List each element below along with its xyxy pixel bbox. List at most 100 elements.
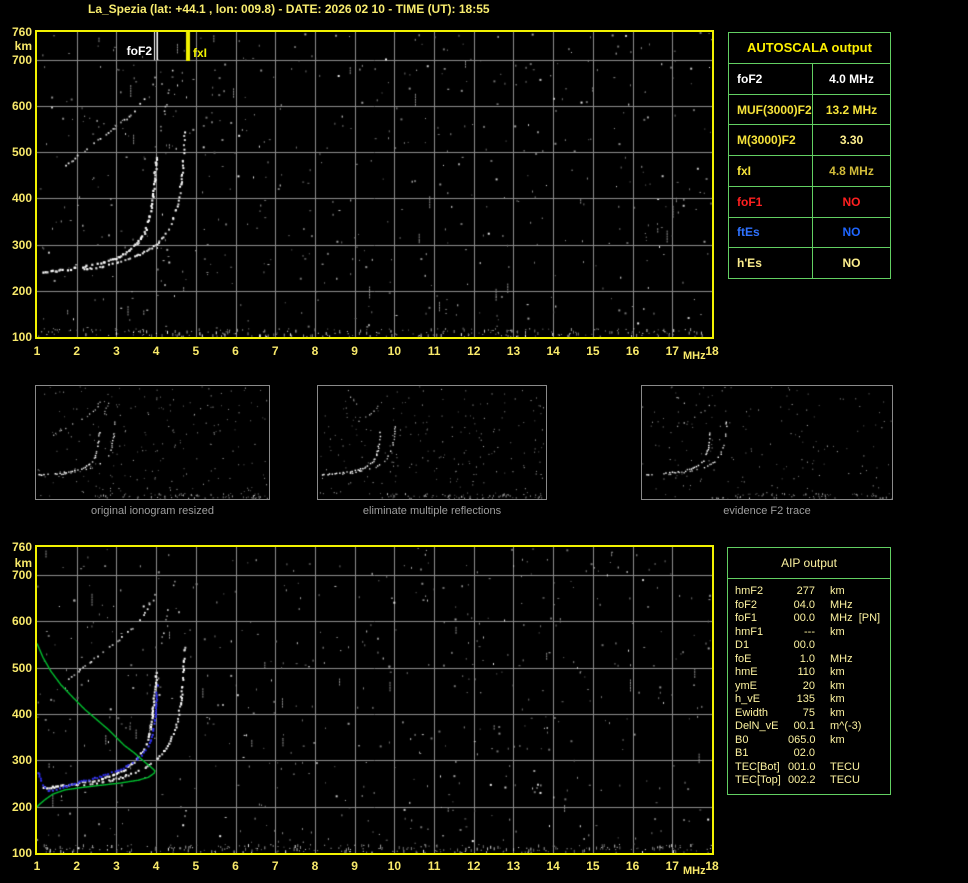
bottom-x-tick-16: 16 (625, 859, 640, 873)
autoscala-row-label: ftEs (729, 217, 813, 248)
bottom-y-tick-500: 500 (11, 660, 32, 675)
bottom-y-tick-300: 300 (11, 753, 32, 768)
aip-row-h_vE: h_vE 135 km (735, 693, 890, 707)
aip-row-value: 277 (796, 585, 815, 597)
autoscala-row-value: NO (842, 194, 861, 209)
top-ionogram-plot (35, 30, 714, 339)
top-y-tick-500: 500 (11, 145, 32, 160)
bottom-x-tick-17: 17 (665, 859, 679, 873)
thumbnail-evidence-f2 (641, 385, 893, 500)
top-y-tick-700: 700 (11, 52, 32, 67)
thumbnail-eliminate-reflections (317, 385, 547, 500)
top-y-tick-400: 400 (11, 191, 32, 206)
autoscala-row-label: foF2 (729, 64, 813, 94)
aip-row-DelN_vE: DelN_vE 00.1 m^(-3) (735, 720, 890, 734)
thumbnail-original-canvas (36, 386, 269, 499)
top-x-tick-7: 7 (271, 344, 279, 358)
aip-row-unit: TECU (830, 760, 860, 773)
aip-row-hmF1: hmF1 --- km (735, 626, 890, 640)
aip-row-label: h_vE (735, 693, 761, 705)
thumbnail-original-ionogram (35, 385, 270, 500)
autoscala-table-rows: foF2 4.0 MHz MUF(3000)F2 13.2 MHz M(3000)F2 3… (729, 64, 890, 279)
top-x-tick-16: 16 (625, 344, 640, 358)
aip-row-B1: B1 02.0 (735, 747, 890, 761)
autoscala-row-value: 3.30 (839, 133, 864, 148)
bottom-ionogram-canvas (37, 547, 712, 853)
bottom-x-tick-1: 1 (33, 859, 41, 873)
aip-row-label: ymE (735, 679, 757, 692)
top-x-tick-11: 11 (427, 344, 441, 358)
aip-row-value: 00.0 (793, 612, 815, 624)
top-y-tick-100: 100 (11, 330, 32, 344)
bottom-x-tick-8: 8 (311, 859, 319, 873)
aip-row-Ewidth: Ewidth 75 km (735, 707, 890, 721)
autoscala-row-value: NO (842, 256, 861, 271)
thumbnail-eliminate-canvas (318, 386, 546, 499)
aip-row-value: 135 (796, 693, 815, 705)
thumbnail-caption-eliminate: eliminate multiple reflections (362, 505, 502, 517)
autoscala-row-foF2: foF2 4.0 MHz (729, 64, 890, 95)
aip-row-unit: MHz (830, 598, 853, 611)
autoscala-row-label: MUF(3000)F2 (729, 94, 813, 125)
bottom-x-tick-9: 9 (351, 859, 358, 873)
aip-row-value: 75 (802, 706, 815, 719)
top-x-tick-15: 15 (586, 344, 600, 358)
foF2-marker-label: foF2 (126, 44, 152, 58)
bottom-x-tick-15: 15 (586, 859, 600, 873)
aip-row-label: hmF1 (735, 625, 764, 638)
autoscala-row-ftEs: ftEs NO (729, 217, 890, 249)
thumbnail-evidence-canvas (642, 386, 892, 499)
aip-row-label: B0 (735, 733, 749, 746)
thumbnail-caption-original: original ionogram resized (91, 505, 214, 517)
top-x-tick-18: 18 (705, 344, 719, 358)
bottom-x-tick-10: 10 (387, 859, 402, 873)
bottom-x-tick-11: 11 (427, 859, 441, 873)
aip-row-hmE: hmE 110 km (735, 666, 890, 680)
aip-row-unit: MHz [PN] (830, 612, 881, 624)
top-x-tick-13: 13 (506, 344, 521, 358)
aip-row-unit: km (830, 679, 845, 692)
aip-row-D1: D1 00.0 (735, 639, 890, 653)
top-y-tick-760: 760 (11, 25, 32, 39)
aip-row-label: foF1 (735, 612, 758, 624)
aip-row-label: D1 (735, 639, 750, 651)
bottom-x-tick-7: 7 (271, 859, 279, 873)
aip-row-TEC[Bot]: TEC[Bot] 001.0 TECU (735, 761, 890, 775)
aip-row-value: 02.0 (793, 747, 815, 759)
aip-row-unit: TECU (830, 774, 860, 786)
bottom-y-tick-600: 600 (11, 614, 32, 629)
aip-row-value: 00.0 (793, 639, 815, 651)
aip-row-value: 00.1 (793, 720, 815, 732)
aip-row-label: TEC[Bot] (735, 760, 780, 773)
aip-row-unit: km (830, 625, 845, 638)
bottom-x-tick-12: 12 (467, 859, 481, 873)
thumbnail-caption-evidence: evidence F2 trace (723, 505, 811, 517)
top-x-tick-6: 6 (232, 344, 239, 358)
aip-row-unit: km (830, 693, 845, 705)
aip-row-ymE: ymE 20 km (735, 680, 890, 694)
aip-row-unit: MHz (830, 652, 853, 665)
bottom-y-tick-700: 700 (11, 567, 32, 582)
aip-row-label: foE (735, 652, 752, 665)
autoscala-row-label: M(3000)F2 (729, 125, 813, 156)
top-x-tick-5: 5 (192, 344, 200, 358)
top-y-axis-unit: km (14, 39, 32, 53)
bottom-x-tick-4: 4 (152, 859, 160, 873)
aip-table-rows: hmF2 277 km foF2 04.0 MHz foF1 00.0 MHz [PN] hmF1… (728, 579, 890, 788)
bottom-x-tick-2: 2 (73, 859, 81, 873)
bottom-y-tick-100: 100 (11, 846, 32, 860)
aip-row-value: --- (804, 625, 815, 638)
top-x-tick-3: 3 (113, 344, 120, 358)
top-x-tick-4: 4 (152, 344, 160, 358)
bottom-x-tick-5: 5 (192, 859, 200, 873)
aip-row-value: 065.0 (788, 733, 816, 746)
top-x-tick-17: 17 (665, 344, 679, 358)
bottom-y-tick-200: 200 (11, 799, 32, 814)
autoscala-row-value: 4.8 MHz (829, 164, 874, 179)
aip-row-label: foF2 (735, 598, 758, 611)
aip-output-table: AIP output hmF2 277 km foF2 04.0 MHz foF1 00.0 M… (727, 547, 891, 795)
top-ionogram-canvas (37, 32, 712, 337)
aip-row-label: B1 (735, 747, 749, 759)
aip-row-value: 1.0 (799, 652, 815, 665)
top-x-tick-2: 2 (73, 344, 81, 358)
